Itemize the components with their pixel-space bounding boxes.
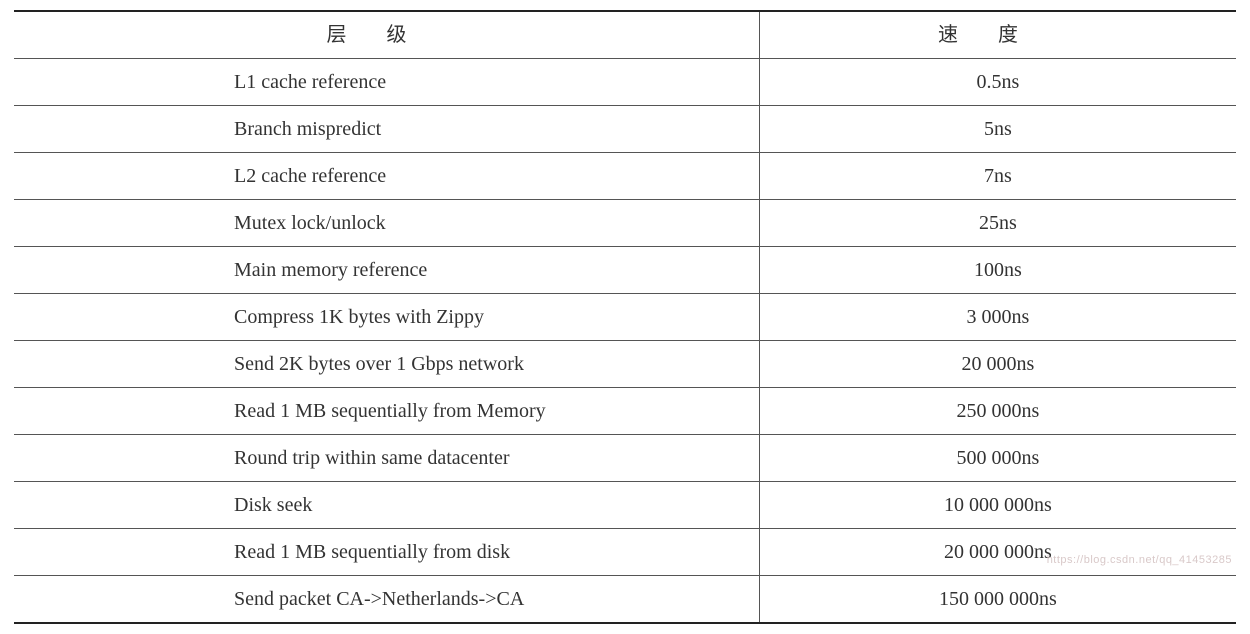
table-row: Main memory reference 100ns (14, 247, 1236, 294)
table-row: Read 1 MB sequentially from Memory 250 0… (14, 388, 1236, 435)
cell-speed: 20 000 000ns (759, 529, 1236, 576)
table-row: L2 cache reference 7ns (14, 153, 1236, 200)
cell-level: Disk seek (14, 482, 759, 529)
table-row: Branch mispredict 5ns (14, 106, 1236, 153)
cell-speed: 100ns (759, 247, 1236, 294)
cell-speed: 7ns (759, 153, 1236, 200)
cell-level: Send 2K bytes over 1 Gbps network (14, 341, 759, 388)
table-row: Round trip within same datacenter 500 00… (14, 435, 1236, 482)
cell-level: L1 cache reference (14, 59, 759, 106)
cell-level: Send packet CA->Netherlands->CA (14, 576, 759, 624)
cell-speed: 25ns (759, 200, 1236, 247)
cell-speed: 150 000 000ns (759, 576, 1236, 624)
cell-speed: 250 000ns (759, 388, 1236, 435)
cell-level: Mutex lock/unlock (14, 200, 759, 247)
latency-table: 层级 速度 L1 cache reference 0.5ns Branch mi… (14, 10, 1236, 624)
table-row: Disk seek 10 000 000ns (14, 482, 1236, 529)
cell-speed: 10 000 000ns (759, 482, 1236, 529)
table-row: L1 cache reference 0.5ns (14, 59, 1236, 106)
cell-level: L2 cache reference (14, 153, 759, 200)
cell-level: Branch mispredict (14, 106, 759, 153)
header-level: 层级 (14, 11, 759, 59)
cell-speed: 0.5ns (759, 59, 1236, 106)
cell-speed: 5ns (759, 106, 1236, 153)
cell-speed: 3 000ns (759, 294, 1236, 341)
cell-speed: 20 000ns (759, 341, 1236, 388)
cell-level: Main memory reference (14, 247, 759, 294)
table-row: Compress 1K bytes with Zippy 3 000ns (14, 294, 1236, 341)
table-body: L1 cache reference 0.5ns Branch mispredi… (14, 59, 1236, 624)
cell-level: Compress 1K bytes with Zippy (14, 294, 759, 341)
cell-level: Read 1 MB sequentially from Memory (14, 388, 759, 435)
table-row: Read 1 MB sequentially from disk 20 000 … (14, 529, 1236, 576)
header-speed: 速度 (759, 11, 1236, 59)
table-row: Mutex lock/unlock 25ns (14, 200, 1236, 247)
table-row: Send packet CA->Netherlands->CA 150 000 … (14, 576, 1236, 624)
cell-speed: 500 000ns (759, 435, 1236, 482)
cell-level: Read 1 MB sequentially from disk (14, 529, 759, 576)
table-row: Send 2K bytes over 1 Gbps network 20 000… (14, 341, 1236, 388)
cell-level: Round trip within same datacenter (14, 435, 759, 482)
table-header-row: 层级 速度 (14, 11, 1236, 59)
